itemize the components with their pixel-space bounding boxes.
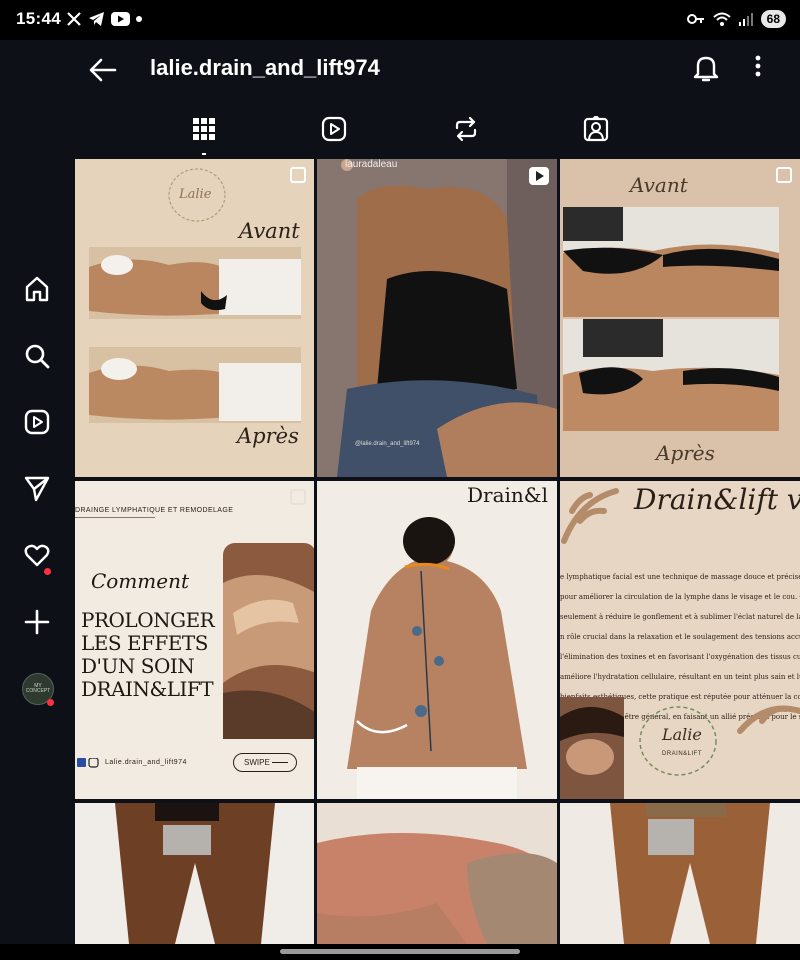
back-arrow-icon [89,58,117,82]
before-label: Avant [239,219,300,243]
carousel-icon [290,489,306,505]
post-kicker: DRAINGE LYMPHATIQUE ET REMODELAGE [75,507,234,514]
post-headline: PROLONGER LES EFFETS D'UN SOIN DRAIN&LIF… [81,608,215,701]
headline-line: PROLONGER [81,608,215,632]
activity-icon[interactable] [22,540,52,570]
reels-tab-icon [321,116,347,142]
post-tile[interactable]: Drain&l [317,481,557,799]
after-label: Après [656,441,715,465]
notifications-button[interactable] [692,53,722,85]
avatar-label: MY CONCEPT [25,682,51,694]
profile-tabs [74,100,800,158]
body-line: n rôle crucial dans la relaxation et le … [560,633,800,641]
leaf-decoration-icon [561,488,619,544]
status-time: 15:44 [16,9,61,28]
youtube-icon [111,12,130,26]
tab-tagged[interactable] [581,114,611,144]
legs-photo [610,803,770,944]
status-system-icons: 68 [686,10,786,28]
post-logo-subtext: DRAIN&LIFT [662,751,703,757]
arrow-line [272,762,288,763]
signal-icon [738,13,753,26]
after-photo [89,347,301,423]
reel-thumbnail [317,159,557,477]
script-heading: Comment [91,569,190,593]
repost-handle: lauradaleau [345,159,398,170]
post-tile[interactable] [75,803,314,944]
status-bar: 15:44 68 [0,0,800,40]
before-photo [563,207,779,317]
tab-reposts[interactable] [451,114,481,144]
search-icon[interactable] [22,341,52,371]
profile-header: lalie.drain_and_lift974 [74,40,800,100]
social-icons [77,758,99,768]
post-tile[interactable] [317,803,557,944]
post-logo-text: Lalie [179,187,212,202]
body-line: pour améliorer la circulation de la lymp… [560,593,800,601]
tab-reels[interactable] [319,114,349,144]
activity-badge [44,568,51,575]
reels-icon[interactable] [22,407,52,437]
active-tab-indicator [202,153,206,155]
carousel-icon [776,167,792,183]
create-icon[interactable] [22,607,52,637]
after-label: Après [237,424,299,448]
wifi-icon [712,12,731,26]
legs-photo [115,803,275,944]
body-line: e lymphatique facial est une technique d… [560,573,800,581]
dot-icon [136,16,142,22]
tab-grid[interactable] [189,114,219,144]
status-notification-icons [66,11,142,27]
post-grid: Lalie Avant Après lauradaleau @lalie.dra… [74,158,800,944]
body-line: améliore l'hydratation cellulaire, résul… [560,673,800,681]
leaf-decoration-icon [737,705,800,734]
battery-indicator: 68 [760,10,786,28]
home-icon[interactable] [22,274,52,304]
brand-text: Drain&l [467,483,548,507]
carousel-icon [290,167,306,183]
back-button[interactable] [88,55,120,85]
headline-line: LES EFFETS [81,631,208,655]
telegram-icon [89,12,104,26]
more-vertical-icon [755,55,761,77]
back-tattoo-photo [347,517,527,799]
post-tile[interactable]: DRAINGE LYMPHATIQUE ET REMODELAGE Commen… [75,481,314,799]
x-icon [67,12,81,26]
profile-username: lalie.drain_and_lift974 [150,55,380,80]
bell-icon [693,56,719,82]
before-label: Avant [630,173,688,197]
post-tile[interactable]: Drain&lift vis e lymphatique facial est … [560,481,800,799]
post-title: Drain&lift vis [634,483,800,516]
profile-badge [47,699,54,706]
post-tile[interactable]: Lalie Avant Après [75,159,314,477]
post-tile[interactable]: lauradaleau @lalie.drain_and_lift974 [317,159,557,477]
facial-photo [560,697,624,799]
before-photo [89,247,301,319]
more-options-button[interactable] [754,54,770,84]
post-tile[interactable] [560,803,800,944]
direct-icon[interactable] [22,473,52,503]
repost-icon [455,116,477,142]
divider [75,517,155,518]
reel-caption: @lalie.drain_and_lift974 [355,441,420,447]
post-logo-text: Lalie [662,725,702,744]
grid-icon [193,118,215,140]
post-tile[interactable]: Avant Après [560,159,800,477]
nav-rail: MY CONCEPT [0,40,74,960]
post-handle: Lalie.drain_and_lift974 [105,759,187,766]
headline-line: D'UN SOIN [81,654,195,678]
headline-line: DRAIN&LIFT [81,677,214,701]
swipe-badge: SWIPE [233,753,297,772]
massage-photo [223,543,314,739]
home-indicator[interactable] [280,949,520,954]
tagged-icon [583,116,609,142]
key-icon [686,14,704,24]
swipe-label: SWIPE [244,758,270,767]
reel-icon [529,167,549,185]
hips-photo [317,803,557,944]
body-line: seulement à réduire le gonflement et à s… [560,613,800,621]
body-line: l'élimination des toxines et en favorisa… [560,653,800,661]
after-photo [563,319,779,431]
